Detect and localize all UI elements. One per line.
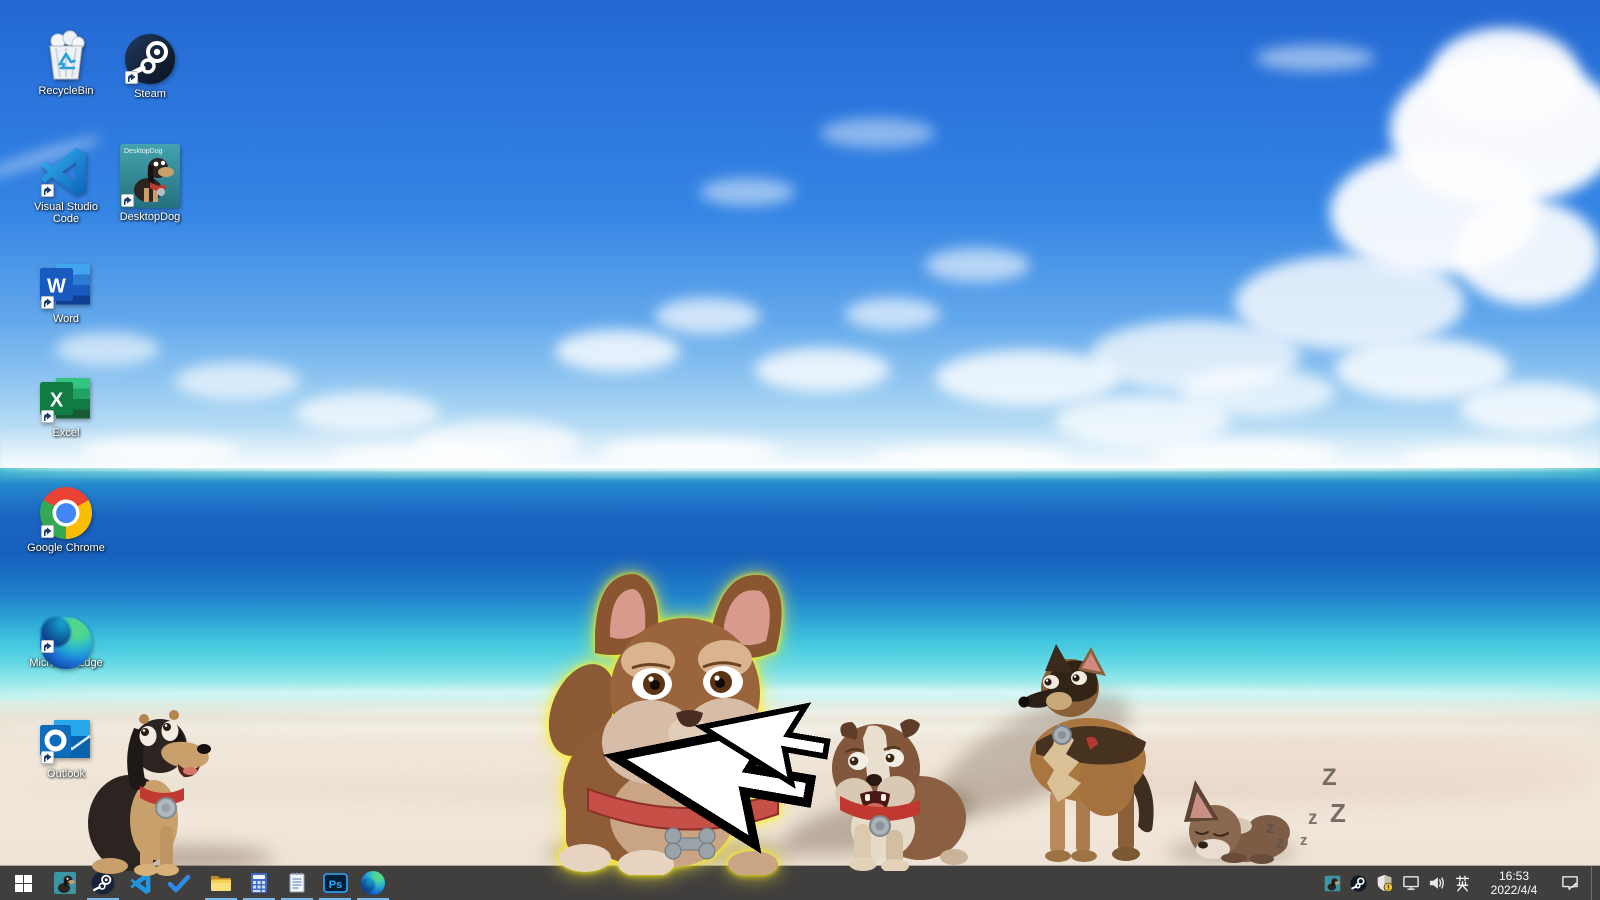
taskbar-item-edge[interactable] <box>354 866 392 900</box>
calculator-icon <box>247 871 271 895</box>
cursor-icon <box>540 565 840 875</box>
clock-time: 16:53 <box>1485 869 1543 883</box>
system-tray: 16:53 2022/4/4 <box>1323 866 1600 900</box>
word-letter: W <box>47 276 66 298</box>
desktop-icon-label: Google Chrome <box>27 542 105 554</box>
desktop-icon-label: Outlook <box>47 768 85 780</box>
cloud <box>555 330 680 372</box>
cloud <box>935 350 1120 406</box>
sleep-z: Z <box>1276 836 1284 851</box>
cloud <box>1430 28 1580 123</box>
tray-network-icon[interactable] <box>1401 872 1420 894</box>
desktop-icon-vscode[interactable]: Visual Studio Code <box>24 146 108 225</box>
cloud <box>755 348 890 392</box>
dog-dachshund[interactable] <box>82 698 217 878</box>
desktop-icon-edge[interactable]: Microsoft Edge <box>24 602 108 669</box>
recycle-bin-icon <box>40 30 92 82</box>
desktop-icon-excel[interactable]: X Excel <box>24 372 108 439</box>
photoshop-label: Ps <box>328 879 341 891</box>
dog-bulldog[interactable] <box>828 706 968 871</box>
clock-date: 2022/4/4 <box>1485 883 1543 897</box>
desktopdog-image-caption: DesktopDog <box>124 148 163 155</box>
sleep-z: Z <box>1330 798 1346 829</box>
sleep-z: z <box>1300 832 1308 849</box>
shortcut-arrow-icon <box>41 296 54 309</box>
horizon-foam <box>0 465 1600 472</box>
desktop-icon-label: RecycleBin <box>38 85 93 97</box>
desktop-icon-desktopdog[interactable]: DesktopDog DesktopDog <box>108 144 192 223</box>
shortcut-arrow-icon <box>41 751 54 764</box>
shortcut-arrow-icon <box>41 525 54 538</box>
steam-icon <box>124 33 176 85</box>
tray-volume-icon[interactable] <box>1427 872 1446 894</box>
excel-icon: X <box>40 372 92 424</box>
word-icon: W <box>40 258 92 310</box>
chrome-icon <box>40 487 92 539</box>
show-desktop-button[interactable] <box>1591 866 1598 900</box>
excel-letter: X <box>50 390 64 412</box>
desktopdog-icon: DesktopDog <box>120 144 180 208</box>
shortcut-arrow-icon <box>41 410 54 423</box>
cloud <box>1150 440 1340 468</box>
sleep-z: Z <box>1322 764 1337 792</box>
desktop-icon-word[interactable]: W Word <box>24 258 108 325</box>
desktop-icon-label: Excel <box>53 427 80 439</box>
taskbar-clock[interactable]: 16:53 2022/4/4 <box>1479 869 1549 897</box>
dog-puppy-sleeping[interactable] <box>1182 768 1292 868</box>
desktop-icon-steam[interactable]: Steam <box>108 33 192 100</box>
taskbar-item-calculator[interactable] <box>240 866 278 900</box>
cloud <box>175 362 300 400</box>
taskbar-item-notepad[interactable] <box>278 866 316 900</box>
cloud <box>600 438 780 466</box>
shortcut-arrow-icon <box>41 640 54 653</box>
photoshop-icon: Ps <box>323 871 348 895</box>
windows-logo-icon <box>15 875 32 892</box>
start-button[interactable] <box>0 866 46 900</box>
tray-defender-icon[interactable] <box>1375 872 1394 894</box>
edge-icon <box>361 871 385 895</box>
cloud <box>655 298 760 334</box>
desktopdog-window-icon <box>53 871 77 895</box>
cloud <box>55 332 160 366</box>
cloud <box>925 248 1030 282</box>
cloud <box>1255 45 1375 71</box>
shortcut-arrow-icon <box>121 194 134 207</box>
vscode-icon <box>40 146 92 198</box>
desktop-icon-label: DesktopDog <box>120 211 181 223</box>
desktop-icon-label: Steam <box>134 88 166 100</box>
shortcut-arrow-icon <box>41 184 54 197</box>
action-center-button[interactable] <box>1556 866 1584 900</box>
cloud <box>1455 200 1600 305</box>
cloud <box>1180 368 1335 416</box>
taskbar-item-desktopdog[interactable] <box>46 866 84 900</box>
desktop-icon-chrome[interactable]: Google Chrome <box>24 487 108 554</box>
desktop-icon-label: Visual Studio Code <box>24 201 108 225</box>
cloud <box>820 118 935 148</box>
sleep-z: z <box>1266 818 1275 838</box>
dog-german-shepherd[interactable] <box>998 642 1168 867</box>
sleep-z: z <box>1308 808 1318 830</box>
desktop-screen: { "desktop": { "icons": [ {"id": "recycl… <box>0 0 1600 900</box>
edge-icon <box>40 602 92 654</box>
notepad-icon <box>285 871 309 895</box>
desktop-icon-recycle-bin[interactable]: RecycleBin <box>24 30 108 97</box>
taskbar-item-photoshop[interactable]: Ps <box>316 866 354 900</box>
tray-steam-icon[interactable] <box>1349 872 1368 894</box>
cloud <box>700 178 795 206</box>
horizon-foam <box>0 474 1600 477</box>
ime-language-icon[interactable] <box>1453 872 1472 894</box>
desktop-icon-label: Word <box>53 313 79 325</box>
notification-icon <box>1561 875 1579 891</box>
cloud <box>845 298 940 330</box>
cloud <box>80 438 240 464</box>
tray-desktopdog-icon[interactable] <box>1323 872 1342 894</box>
shortcut-arrow-icon <box>125 71 138 84</box>
